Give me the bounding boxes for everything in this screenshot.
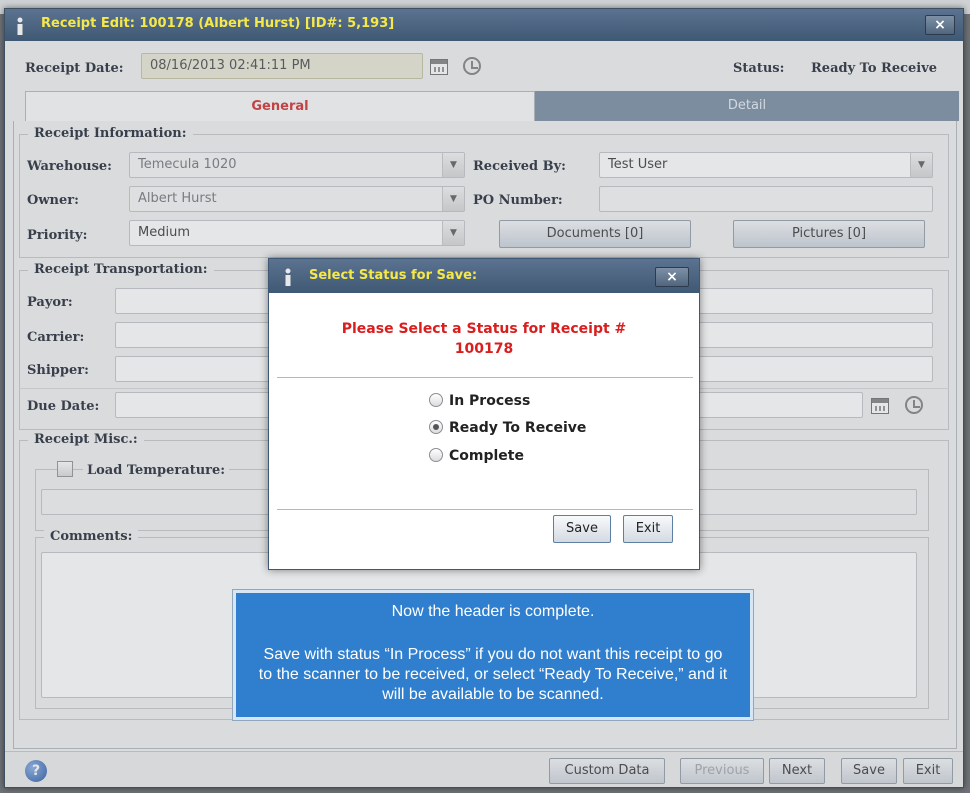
shipper-label: Shipper: [27, 363, 89, 378]
radio-button-selected[interactable] [429, 420, 443, 434]
dialog-message: Please Select a Status for Receipt # 100… [269, 319, 699, 359]
window-title: Receipt Edit: 100178 (Albert Hurst) [ID#… [41, 16, 395, 31]
window-title-bar: Receipt Edit: 100178 (Albert Hurst) [ID#… [5, 9, 963, 41]
received-by-select[interactable]: Test User ▼ [599, 152, 933, 178]
status-option-ready-to-receive[interactable]: Ready To Receive [429, 420, 586, 440]
exit-button[interactable]: Exit [903, 758, 953, 784]
po-number-field[interactable] [599, 186, 933, 212]
warehouse-label: Warehouse: [27, 159, 112, 174]
documents-button[interactable]: Documents [0] [499, 220, 691, 248]
dropdown-arrow-icon[interactable]: ▼ [442, 153, 464, 177]
dropdown-arrow-icon[interactable]: ▼ [910, 153, 932, 177]
dropdown-arrow-icon[interactable]: ▼ [442, 187, 464, 211]
tab-detail[interactable]: Detail [535, 91, 959, 121]
dialog-message-line2: 100178 [454, 341, 514, 357]
owner-label: Owner: [27, 193, 79, 208]
dialog-title-bar: Select Status for Save: × [269, 259, 699, 293]
receipt-misc-title: Receipt Misc.: [28, 432, 144, 447]
warehouse-value: Temecula 1020 [138, 157, 237, 172]
radio-button[interactable] [429, 393, 443, 407]
select-status-dialog: Select Status for Save: × Please Select … [268, 258, 700, 570]
dialog-message-line1: Please Select a Status for Receipt # [341, 321, 627, 337]
priority-value: Medium [138, 225, 190, 240]
divider [277, 509, 693, 510]
dialog-exit-button[interactable]: Exit [623, 515, 673, 543]
carrier-label: Carrier: [27, 330, 85, 345]
payor-label: Payor: [27, 295, 73, 310]
next-button[interactable]: Next [769, 758, 825, 784]
window-close-button[interactable]: × [925, 15, 955, 35]
tab-general[interactable]: General [25, 91, 535, 121]
received-by-value: Test User [608, 157, 668, 172]
received-by-label: Received By: [473, 159, 566, 174]
custom-data-button[interactable]: Custom Data [549, 758, 665, 784]
radio-button[interactable] [429, 448, 443, 462]
calendar-icon[interactable] [871, 398, 889, 414]
due-date-label: Due Date: [27, 399, 100, 414]
clock-icon[interactable] [463, 57, 481, 75]
status-value: Ready To Receive [811, 61, 938, 76]
owner-value: Albert Hurst [138, 191, 217, 206]
calendar-icon[interactable] [430, 59, 448, 75]
owner-select[interactable]: Albert Hurst ▼ [129, 186, 465, 212]
receipt-transportation-title: Receipt Transportation: [28, 262, 214, 277]
dropdown-arrow-icon[interactable]: ▼ [442, 221, 464, 245]
load-temperature-checkbox[interactable] [57, 461, 73, 477]
warehouse-select[interactable]: Temecula 1020 ▼ [129, 152, 465, 178]
pictures-button[interactable]: Pictures [0] [733, 220, 925, 248]
load-temperature-label: Load Temperature: [83, 463, 230, 478]
tutorial-callout: Now the header is complete. Save with st… [233, 590, 753, 720]
priority-select[interactable]: Medium ▼ [129, 220, 465, 246]
comments-label: Comments: [44, 529, 139, 544]
receipt-information-title: Receipt Information: [28, 126, 193, 141]
receipt-date-field[interactable]: 08/16/2013 02:41:11 PM [141, 53, 423, 79]
app-logo-icon [17, 17, 23, 35]
status-option-complete[interactable]: Complete [429, 448, 524, 468]
status-option-in-process[interactable]: In Process [429, 393, 530, 413]
dialog-save-button[interactable]: Save [553, 515, 611, 543]
save-button[interactable]: Save [841, 758, 897, 784]
app-logo-icon [285, 268, 291, 286]
status-label: Status: [733, 61, 785, 76]
bottom-toolbar: ? Custom Data Previous Next Save Exit [5, 751, 963, 787]
option-label: In Process [449, 393, 531, 409]
priority-label: Priority: [27, 228, 88, 243]
previous-button[interactable]: Previous [680, 758, 764, 784]
dialog-close-button[interactable]: × [655, 267, 689, 287]
divider [277, 377, 693, 378]
option-label: Complete [449, 448, 524, 464]
help-icon[interactable]: ? [25, 760, 47, 782]
receipt-date-label: Receipt Date: [25, 61, 124, 76]
dialog-title: Select Status for Save: [309, 268, 478, 283]
clock-icon[interactable] [905, 396, 923, 414]
option-label: Ready To Receive [449, 420, 587, 436]
po-number-label: PO Number: [473, 193, 563, 208]
callout-line1: Now the header is complete. [391, 603, 595, 620]
callout-line2: Save with status “In Process” if you do … [258, 646, 728, 703]
